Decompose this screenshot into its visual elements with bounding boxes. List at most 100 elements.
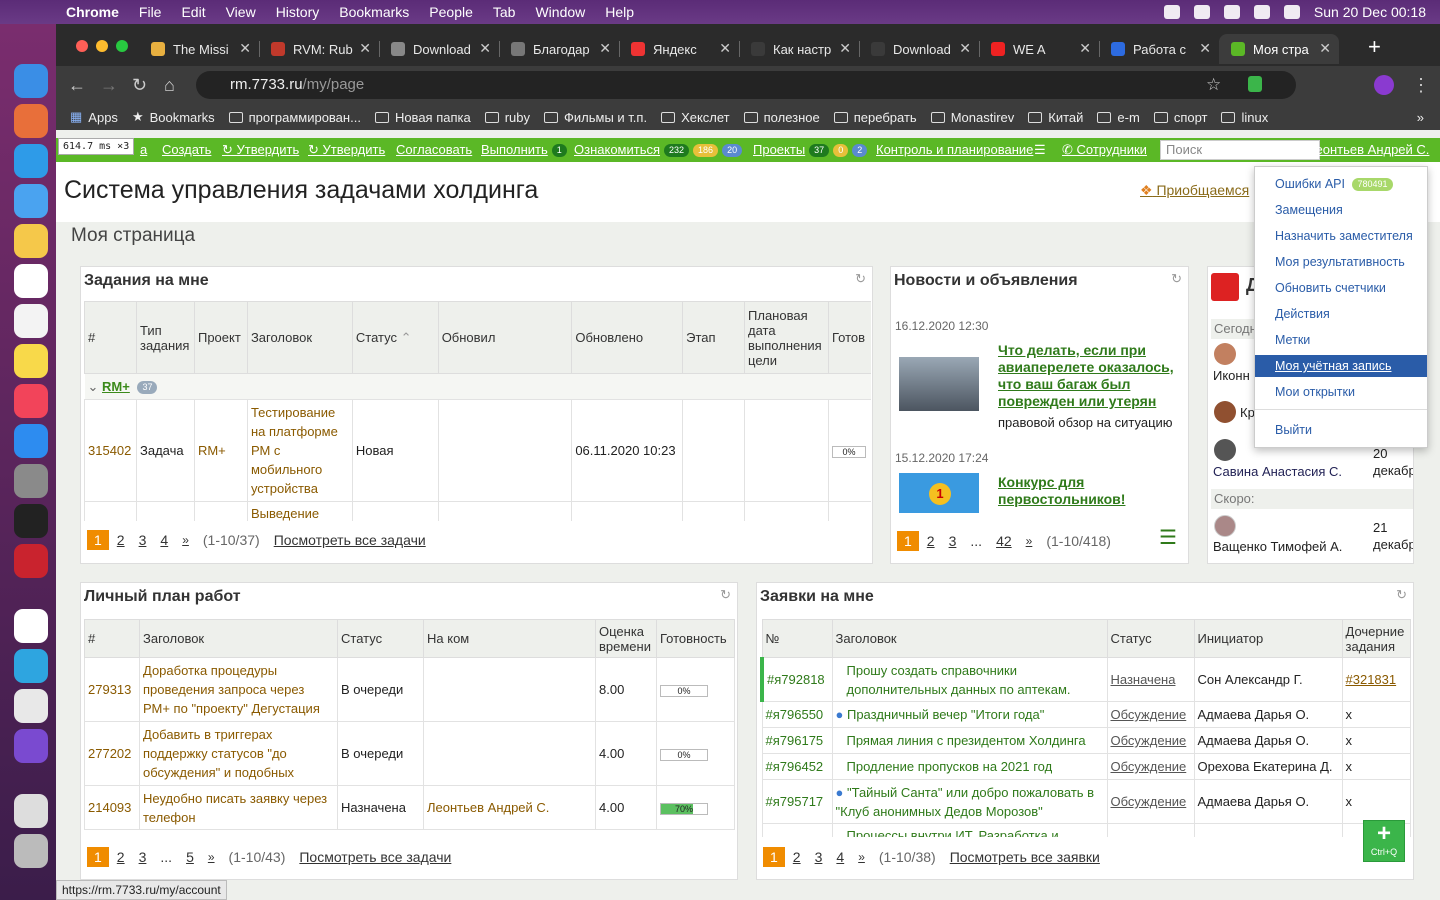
close-tab-icon[interactable]: ✕ xyxy=(1079,40,1091,57)
close-tab-icon[interactable]: ✕ xyxy=(599,40,611,57)
photos-icon[interactable] xyxy=(14,224,48,258)
list-icon[interactable]: ☰ xyxy=(1159,525,1177,550)
add-request-button[interactable]: + Ctrl+Q xyxy=(1363,820,1405,862)
person-name[interactable]: Иконн xyxy=(1213,368,1250,383)
calendar-icon[interactable] xyxy=(14,264,48,298)
bookmark-item[interactable]: Monastirev xyxy=(930,110,1014,125)
request-id-link[interactable]: #я796452 xyxy=(766,759,824,774)
forward-button[interactable]: → xyxy=(100,75,118,96)
dd-api-errors[interactable]: Ошибки API 780491 xyxy=(1275,177,1393,191)
request-status-link[interactable]: Обсуждение xyxy=(1111,794,1187,809)
task-link[interactable]: 315402 xyxy=(88,443,131,458)
menu-tab[interactable]: Tab xyxy=(483,4,526,20)
textedit-icon[interactable] xyxy=(14,689,48,723)
th-status[interactable]: Статус ⌃ xyxy=(351,301,439,374)
page-link[interactable]: 3 xyxy=(139,532,147,548)
status-icon[interactable] xyxy=(1193,5,1210,19)
close-tab-icon[interactable]: ✕ xyxy=(959,40,971,57)
nav-familiarize[interactable]: Ознакомиться 232 186 20 xyxy=(574,142,743,157)
request-title-link[interactable]: Прямая линия с президентом Холдинга xyxy=(847,733,1086,748)
page-link[interactable]: 2 xyxy=(117,532,125,548)
nav-create[interactable]: Создать xyxy=(162,142,211,157)
trash-icon[interactable] xyxy=(14,834,48,868)
avatar[interactable] xyxy=(1214,439,1236,461)
task-project[interactable]: RM+ xyxy=(193,399,248,502)
person-name[interactable]: Ващенко Тимофей А. xyxy=(1213,539,1342,554)
request-id-link[interactable]: #я792818 xyxy=(767,672,825,687)
plan-id-link[interactable]: 214093 xyxy=(88,800,131,815)
document-icon[interactable] xyxy=(14,794,48,828)
request-title-link[interactable]: Процессы внутри ИТ. Разработка и xyxy=(847,828,1059,837)
page-link[interactable]: 4 xyxy=(836,849,844,865)
dd-my-cards[interactable]: Мои открытки xyxy=(1275,385,1355,399)
avatar[interactable] xyxy=(1214,343,1236,365)
avatar[interactable] xyxy=(1214,515,1236,537)
news-headline[interactable]: Конкурс для первостольников! xyxy=(998,474,1158,508)
battery-icon[interactable] xyxy=(1223,5,1240,19)
nav-execute[interactable]: Выполнить 1 xyxy=(481,142,567,157)
dd-actions[interactable]: Действия xyxy=(1275,307,1330,321)
th[interactable]: Обновлено xyxy=(571,301,684,374)
nav-approve-2[interactable]: ↻ Утвердить xyxy=(308,142,385,158)
th[interactable]: Заголовок xyxy=(831,619,1108,658)
task-title-link[interactable]: Выведение xyxy=(251,506,319,521)
child-task-link[interactable]: #321831 xyxy=(1346,672,1397,687)
view-all-tasks-link[interactable]: Посмотреть все задачи xyxy=(274,532,426,548)
reminders-icon[interactable] xyxy=(14,304,48,338)
tab[interactable]: Благодар ✕ xyxy=(499,34,619,64)
tab[interactable]: Моя стра ✕ xyxy=(1219,34,1339,64)
tab[interactable]: Работа с ✕ xyxy=(1099,34,1219,64)
tab[interactable]: The Missi ✕ xyxy=(139,34,259,64)
zoom-window-button[interactable] xyxy=(116,40,128,52)
request-id-link[interactable]: #я795717 xyxy=(766,794,824,809)
plan-who-link[interactable]: Леонтьев Андрей С. xyxy=(427,800,549,815)
chrome-icon[interactable] xyxy=(14,609,48,643)
music-icon[interactable] xyxy=(14,384,48,418)
page-link[interactable]: 2 xyxy=(117,849,125,865)
page-current[interactable]: 1 xyxy=(87,530,109,550)
avatar[interactable] xyxy=(1214,401,1236,423)
page-link[interactable]: 4 xyxy=(160,532,168,548)
bookmark-item[interactable]: Китай xyxy=(1028,110,1083,125)
plan-title-link[interactable]: Неудобно писать заявку через телефон xyxy=(143,791,327,825)
page-link[interactable]: 5 xyxy=(186,849,194,865)
bookmark-item[interactable]: полезное xyxy=(743,110,820,125)
telegram-icon[interactable] xyxy=(14,649,48,683)
back-button[interactable]: ← xyxy=(68,75,86,96)
mail-icon[interactable] xyxy=(14,184,48,218)
nav-control[interactable]: Контроль и планирование xyxy=(876,142,1033,157)
close-tab-icon[interactable]: ✕ xyxy=(359,40,371,57)
new-tab-button[interactable]: + xyxy=(1368,34,1381,60)
bookmark-item[interactable]: программирован... xyxy=(228,110,361,125)
th[interactable]: Тип задания xyxy=(135,301,195,374)
request-title-link[interactable]: Праздничный вечер "Итоги года" xyxy=(847,707,1044,722)
request-status-link[interactable]: Обсуждение xyxy=(1111,759,1187,774)
settings-icon[interactable] xyxy=(14,464,48,498)
nav-approve[interactable]: ↻ Утвердить xyxy=(222,142,299,158)
bookmark-item[interactable]: linux xyxy=(1221,110,1268,125)
request-id-link[interactable]: #я796175 xyxy=(766,733,824,748)
dd-substitutions[interactable]: Замещения xyxy=(1275,203,1343,217)
dd-performance[interactable]: Моя результативность xyxy=(1275,255,1405,269)
search-icon[interactable] xyxy=(1283,5,1300,19)
list-icon[interactable]: ☰ xyxy=(1034,142,1046,158)
terminal-icon[interactable] xyxy=(14,504,48,538)
plan-title-link[interactable]: Добавить в триггерах поддержку статусов … xyxy=(143,727,294,780)
th[interactable]: # xyxy=(84,619,140,658)
menu-people[interactable]: People xyxy=(419,4,483,20)
view-all-requests-link[interactable]: Посмотреть все заявки xyxy=(950,849,1100,865)
menu-view[interactable]: View xyxy=(216,4,266,20)
request-title-link[interactable]: Прошу создать справочники дополнительных… xyxy=(847,663,1071,697)
tab[interactable]: Download ✕ xyxy=(379,34,499,64)
menu-help[interactable]: Help xyxy=(595,4,644,20)
menu-file[interactable]: File xyxy=(129,4,172,20)
menubar-clock[interactable]: Sun 20 Dec 00:18 xyxy=(1314,4,1426,20)
menu-window[interactable]: Window xyxy=(525,4,595,20)
th[interactable]: Дочерние задания xyxy=(1341,619,1411,658)
nav-prefix[interactable]: а xyxy=(140,142,147,157)
request-status-link[interactable]: Назначена xyxy=(1111,672,1176,687)
shield-icon[interactable] xyxy=(1248,76,1262,92)
nav-staff[interactable]: ✆ Сотрудники xyxy=(1062,142,1147,158)
tab[interactable]: Яндекс ✕ xyxy=(619,34,739,64)
menu-dots-icon[interactable]: ⋮ xyxy=(1412,75,1430,96)
